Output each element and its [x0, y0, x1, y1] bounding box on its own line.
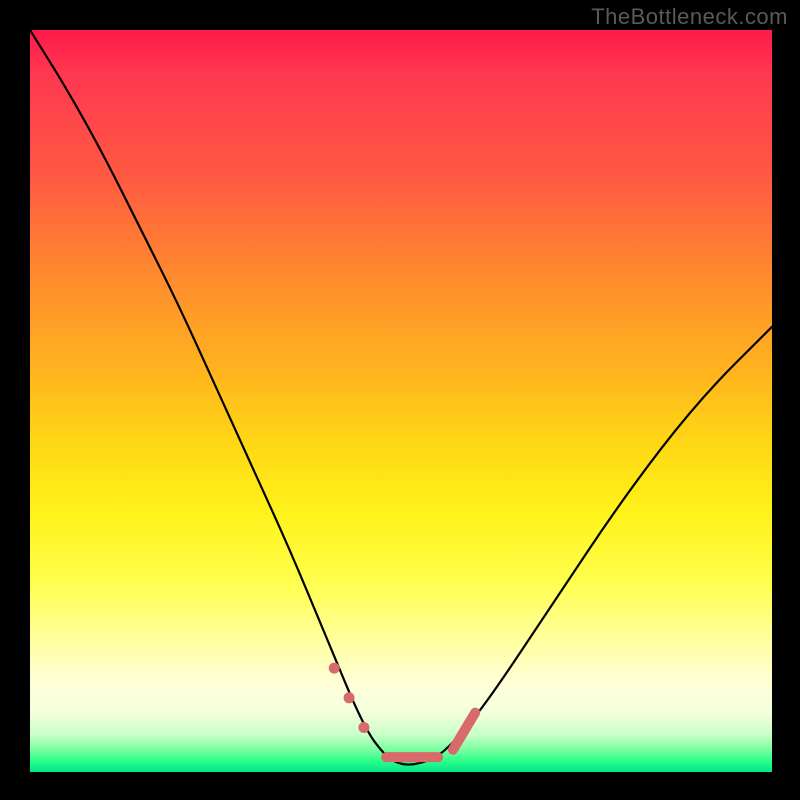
curve-svg — [30, 30, 772, 772]
marker-dot — [329, 663, 340, 674]
marker-segment — [453, 713, 475, 750]
watermark-text: TheBottleneck.com — [591, 4, 788, 30]
chart-frame: TheBottleneck.com — [0, 0, 800, 800]
marker-dot — [344, 692, 355, 703]
plot-area — [30, 30, 772, 772]
marker-dot — [358, 722, 369, 733]
optimal-markers — [329, 663, 475, 758]
bottleneck-curve — [30, 30, 772, 765]
